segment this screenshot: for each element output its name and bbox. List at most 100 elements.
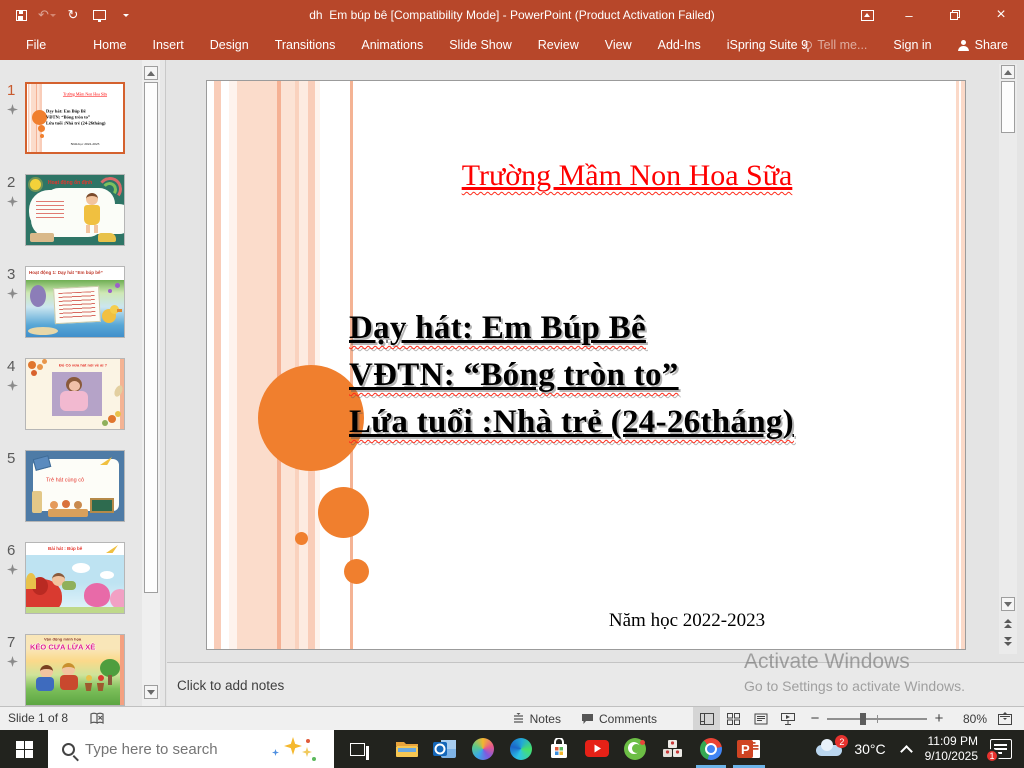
slide-thumbnail-2[interactable]: Hoạt động ổn định: [25, 174, 125, 246]
sign-in-button[interactable]: Sign in: [879, 38, 945, 52]
zoom-slider[interactable]: [827, 718, 927, 720]
slide-thumbnail-4[interactable]: Đố Cô vừa hát nói về ai ?: [25, 358, 125, 430]
undo-icon[interactable]: ↶: [34, 4, 60, 26]
zoom-out-icon[interactable]: −: [809, 710, 821, 727]
notes-pane[interactable]: Click to add notes: [167, 662, 1024, 706]
save-icon[interactable]: [8, 4, 34, 26]
slide-year-text[interactable]: Năm học 2022-2023: [447, 610, 927, 632]
coccoc-browser-icon[interactable]: [616, 730, 654, 768]
slide-number: 3: [7, 266, 15, 283]
normal-view-button[interactable]: [693, 707, 720, 730]
zoom-in-icon[interactable]: +: [933, 710, 945, 727]
slide-scroll-up-icon[interactable]: [1001, 65, 1015, 79]
thumbnail-scrollbar[interactable]: [142, 60, 160, 706]
tab-insert[interactable]: Insert: [140, 30, 197, 60]
svg-text:P: P: [741, 742, 750, 757]
thumbnail-scroll-down-icon[interactable]: [144, 685, 158, 699]
edge-icon[interactable]: [502, 730, 540, 768]
close-button[interactable]: ×: [978, 0, 1024, 30]
copilot-icon[interactable]: [464, 730, 502, 768]
search-icon: [62, 743, 75, 756]
tab-add-ins[interactable]: Add-Ins: [645, 30, 714, 60]
slide-show-button[interactable]: [774, 707, 801, 730]
tab-design[interactable]: Design: [197, 30, 262, 60]
temperature-label[interactable]: 30°C: [854, 741, 885, 757]
powerpoint-icon[interactable]: P: [730, 730, 768, 768]
animation-star-icon: [7, 380, 18, 391]
workspace: 1 Trường Mầm Non Hoa Sữa Dạy hát: Em Búp…: [0, 60, 1024, 706]
tray-expand-chevron-icon[interactable]: [900, 745, 913, 758]
customize-qat-dropdown-icon[interactable]: [112, 4, 138, 26]
thumbnail-scrollbar-thumb[interactable]: [144, 82, 158, 593]
slide-thumbnail-6[interactable]: Bài hát : Búp bê: [25, 542, 125, 614]
slide-thumbnail-5[interactable]: Trẻ hát cùng cô: [25, 450, 125, 522]
chrome-icon[interactable]: [692, 730, 730, 768]
thumbnail-scroll-up-icon[interactable]: [144, 66, 158, 80]
thumb6-title: Bài hát : Búp bê: [48, 546, 108, 551]
animation-star-icon: [7, 656, 18, 667]
slide-scrollbar[interactable]: [999, 64, 1017, 654]
notes-toggle-button[interactable]: Notes: [502, 707, 571, 730]
previous-slide-icon[interactable]: [1003, 618, 1013, 629]
animation-star-icon: [7, 196, 18, 207]
slide-thumbnail-7[interactable]: Vận động minh họa KÉO CƯA LỪA XẺ: [25, 634, 125, 706]
slide-thumbnail-1[interactable]: Trường Mầm Non Hoa Sữa Dạy hát: Em Búp B…: [25, 82, 125, 154]
tab-review[interactable]: Review: [525, 30, 592, 60]
microsoft-store-icon[interactable]: [540, 730, 578, 768]
tab-transitions[interactable]: Transitions: [262, 30, 349, 60]
tab-slide-show[interactable]: Slide Show: [436, 30, 525, 60]
tab-view[interactable]: View: [592, 30, 645, 60]
slide-thumbnail-panel: 1 Trường Mầm Non Hoa Sữa Dạy hát: Em Búp…: [0, 60, 166, 706]
search-input[interactable]: [85, 741, 255, 758]
slide-thumbnail-3[interactable]: Hoạt động 1: Dạy hát “Em búp bê”: [25, 266, 125, 338]
animation-star-icon: [7, 564, 18, 575]
weather-tray-icon[interactable]: 2: [814, 735, 850, 763]
tell-me-box[interactable]: Tell me...: [792, 38, 879, 52]
slide-scrollbar-thumb[interactable]: [1001, 81, 1015, 133]
taskbar-search-box[interactable]: [48, 730, 334, 768]
slide-canvas[interactable]: Trường Mầm Non Hoa Sữa Dạy hát: Em Búp B…: [206, 80, 966, 650]
slide-school-title[interactable]: Trường Mầm Non Hoa Sữa: [317, 159, 937, 193]
slide-number: 4: [7, 358, 15, 375]
next-slide-icon[interactable]: [1003, 636, 1013, 647]
comments-toggle-button[interactable]: Comments: [571, 707, 667, 730]
thumb3-title: Hoạt động 1: Dạy hát “Em búp bê”: [29, 270, 124, 275]
youtube-icon[interactable]: [578, 730, 616, 768]
slide-sorter-view-button[interactable]: [720, 707, 747, 730]
powerpoint-window: ↶ ↻ dh Em búp bê [Compatibility Mode] - …: [0, 0, 1024, 768]
outlook-icon[interactable]: [426, 730, 464, 768]
redo-icon[interactable]: ↻: [60, 4, 86, 26]
game-icon[interactable]: [654, 730, 692, 768]
tab-home[interactable]: Home: [80, 30, 139, 60]
taskbar-clock[interactable]: 11:09 PM 9/10/2025: [925, 734, 978, 764]
tab-file[interactable]: File: [6, 30, 66, 60]
share-button[interactable]: Share: [946, 38, 1024, 52]
ribbon-display-options-icon[interactable]: [848, 0, 886, 30]
copilot-sparkle-icon: [270, 737, 316, 761]
slide-body-line1: Dạy hát: Em Búp Bê: [349, 305, 794, 352]
thumb1-year: Năm học 2022-2023: [47, 142, 123, 146]
task-view-icon[interactable]: [340, 730, 374, 768]
zoom-slider-handle[interactable]: [860, 713, 866, 725]
slide-number: 6: [7, 542, 15, 559]
thumb4-title: Đố Cô vừa hát nói về ai ?: [59, 363, 124, 368]
notification-center-icon[interactable]: 1: [990, 739, 1012, 759]
clock-date: 9/10/2025: [925, 749, 978, 764]
tab-animations[interactable]: Animations: [348, 30, 436, 60]
start-slideshow-icon[interactable]: [86, 4, 112, 26]
restore-button[interactable]: [932, 0, 978, 30]
slide-scroll-down-icon[interactable]: [1001, 597, 1015, 611]
system-tray: 2 30°C 11:09 PM 9/10/2025 1: [814, 730, 1024, 768]
spell-check-icon[interactable]: [90, 712, 105, 725]
slide-body-textbox[interactable]: Dạy hát: Em Búp Bê VĐTN: “Bóng tròn to” …: [349, 305, 794, 446]
slide-number: 5: [7, 450, 15, 467]
file-explorer-icon[interactable]: [388, 730, 426, 768]
start-button[interactable]: [0, 730, 48, 768]
notes-placeholder[interactable]: Click to add notes: [177, 678, 284, 693]
orange-circle-dot: [295, 532, 308, 545]
reading-view-button[interactable]: [747, 707, 774, 730]
orange-circle-medium: [318, 487, 369, 538]
minimize-button[interactable]: –: [886, 0, 932, 30]
zoom-level[interactable]: 80%: [953, 712, 987, 726]
fit-slide-to-window-icon[interactable]: [991, 707, 1018, 730]
